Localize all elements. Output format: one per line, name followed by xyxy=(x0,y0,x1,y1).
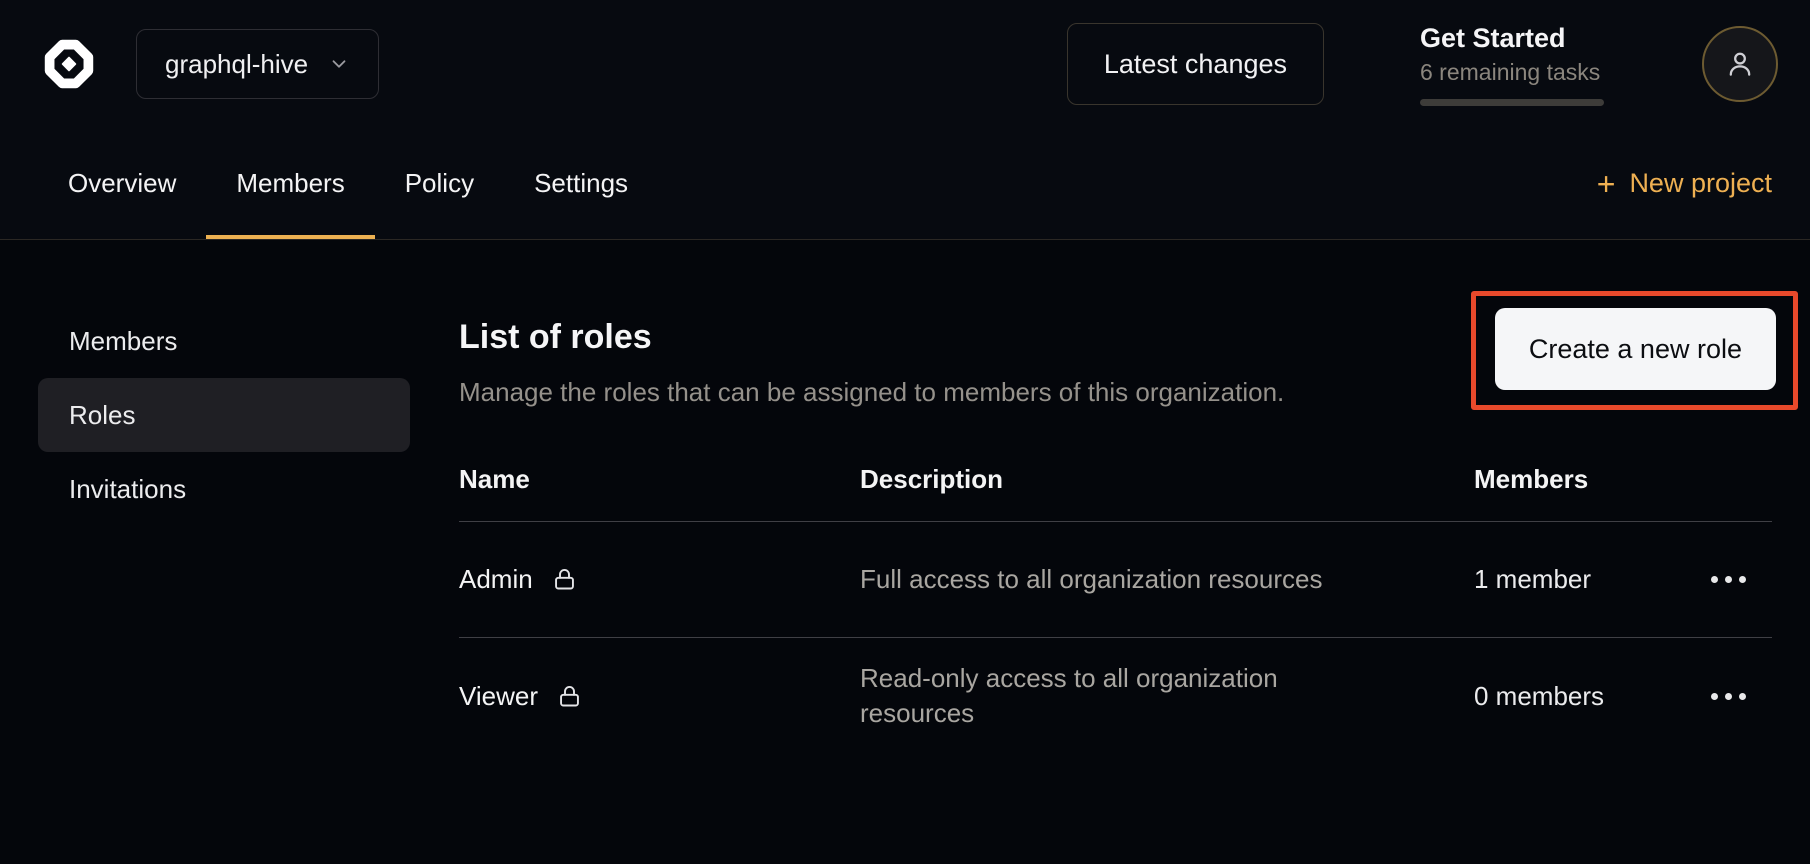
ellipsis-menu-icon[interactable] xyxy=(1705,562,1752,597)
lock-icon xyxy=(551,566,578,593)
table-row-viewer: Viewer Read-only access to all organizat… xyxy=(459,638,1772,754)
column-header-description: Description xyxy=(860,444,1474,521)
members-sidebar: Members Roles Invitations xyxy=(38,304,410,526)
sidebar-item-members[interactable]: Members xyxy=(38,304,410,378)
column-header-members: Members xyxy=(1474,444,1684,521)
lock-icon xyxy=(556,683,583,710)
chevron-down-icon xyxy=(328,53,350,75)
tab-policy[interactable]: Policy xyxy=(375,128,504,239)
organization-members-page: graphql-hive Latest changes Get Started … xyxy=(0,0,1810,864)
sidebar-item-invitations[interactable]: Invitations xyxy=(38,452,410,526)
get-started-progressbar xyxy=(1420,99,1604,106)
table-header-row: Name Description Members xyxy=(459,444,1772,522)
hive-logo-icon[interactable] xyxy=(38,33,100,95)
org-selector-dropdown[interactable]: graphql-hive xyxy=(136,29,379,99)
role-name: Admin xyxy=(459,564,533,595)
column-header-actions xyxy=(1684,460,1772,506)
sidebar-item-roles[interactable]: Roles xyxy=(38,378,410,452)
latest-changes-button[interactable]: Latest changes xyxy=(1067,23,1324,105)
person-icon xyxy=(1723,47,1757,81)
create-new-role-button[interactable]: Create a new role xyxy=(1495,308,1776,390)
hive-logo-svg xyxy=(38,33,100,95)
user-avatar-button[interactable] xyxy=(1702,26,1778,102)
ellipsis-menu-icon[interactable] xyxy=(1705,679,1752,714)
content-area: Members Roles Invitations List of roles … xyxy=(0,240,1810,864)
column-header-name: Name xyxy=(459,444,860,521)
get-started-title: Get Started xyxy=(1420,23,1604,54)
role-members-count: 0 members xyxy=(1474,681,1684,712)
plus-icon: + xyxy=(1597,168,1616,200)
new-project-label: New project xyxy=(1629,168,1772,199)
role-actions-cell xyxy=(1684,562,1772,597)
table-row-admin: Admin Full access to all organization re… xyxy=(459,522,1772,638)
role-members-count: 1 member xyxy=(1474,564,1684,595)
get-started-remaining-tasks: 6 remaining tasks xyxy=(1420,59,1604,86)
role-name: Viewer xyxy=(459,681,538,712)
app-header: graphql-hive Latest changes Get Started … xyxy=(0,0,1810,128)
role-description: Full access to all organization resource… xyxy=(860,562,1370,597)
role-actions-cell xyxy=(1684,679,1772,714)
role-description: Read-only access to all organization res… xyxy=(860,661,1370,731)
get-started-widget[interactable]: Get Started 6 remaining tasks xyxy=(1420,23,1604,106)
tab-settings[interactable]: Settings xyxy=(504,128,658,239)
tab-members[interactable]: Members xyxy=(206,128,374,239)
tab-overview[interactable]: Overview xyxy=(38,128,206,239)
org-tab-bar: Overview Members Policy Settings + New p… xyxy=(0,128,1810,240)
org-selector-label: graphql-hive xyxy=(165,49,308,80)
role-name-cell: Admin xyxy=(459,564,860,595)
role-name-cell: Viewer xyxy=(459,681,860,712)
annotation-highlight-box: Create a new role xyxy=(1471,291,1798,410)
roles-table: Name Description Members Admin Full acce… xyxy=(459,444,1772,754)
new-project-button[interactable]: + New project xyxy=(1597,128,1772,239)
